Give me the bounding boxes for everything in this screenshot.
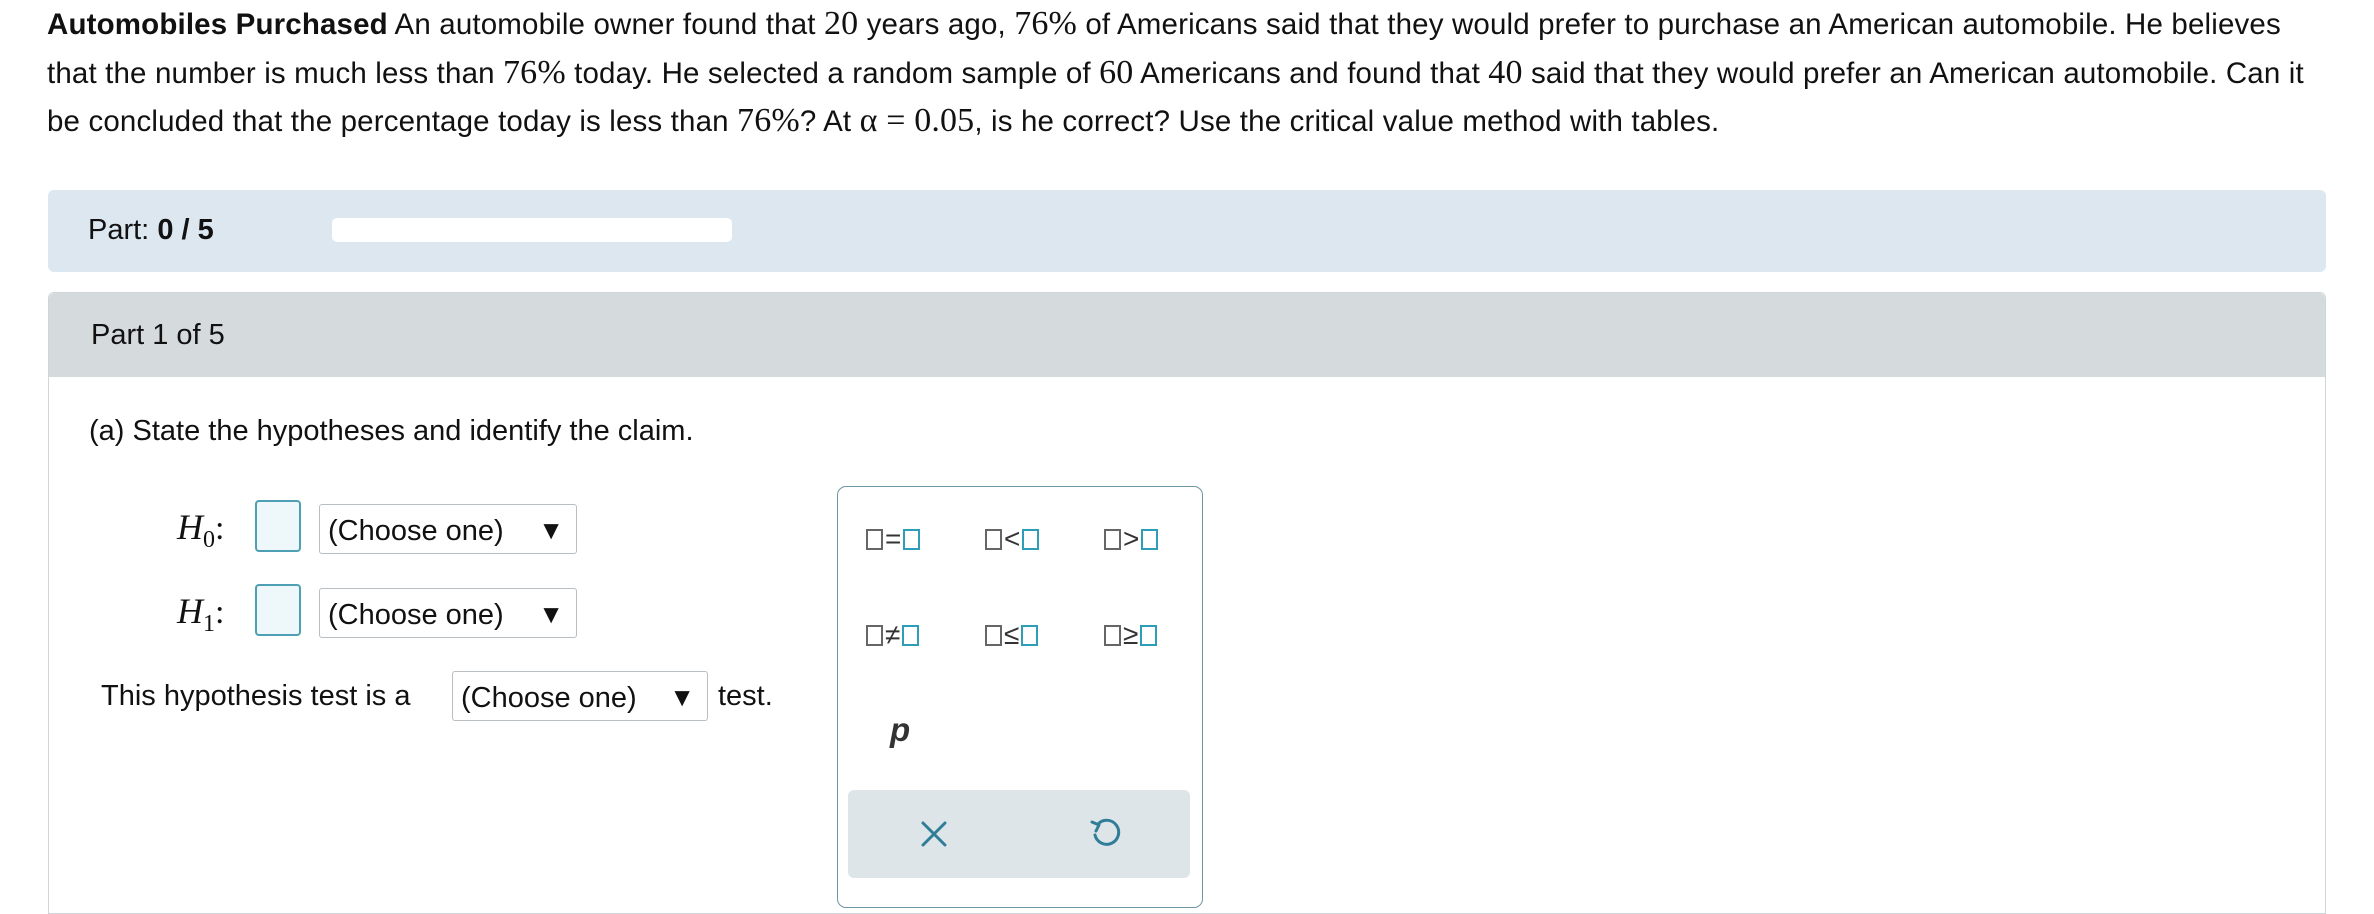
h0-subscript: 0 xyxy=(203,527,215,553)
h1-letter: H xyxy=(177,591,203,631)
symbol-palette: = < > ≠ ≤ ≥ p xyxy=(837,486,1203,908)
math-percent: 76% xyxy=(737,102,800,139)
problem-text: Americans and found that xyxy=(1133,56,1489,90)
op-glyph: ≤ xyxy=(1004,619,1020,650)
test-type-select[interactable]: (Choose one) ▼ xyxy=(452,671,708,721)
math-sample-size: 60 xyxy=(1099,53,1134,91)
h0-colon: : xyxy=(215,510,225,547)
op-glyph: < xyxy=(1004,523,1021,554)
op-glyph: ≠ xyxy=(885,619,901,650)
h1-select-value: (Choose one) xyxy=(328,599,504,631)
close-icon[interactable] xyxy=(918,818,950,855)
math-count: 40 xyxy=(1488,53,1523,91)
undo-icon[interactable] xyxy=(1088,816,1122,855)
op-glyph: = xyxy=(885,523,902,554)
equals-template-button[interactable]: = xyxy=(866,523,921,555)
test-type-prefix: This hypothesis test is a xyxy=(101,680,411,712)
p-variable-button[interactable]: p xyxy=(890,711,910,749)
dropdown-arrow-icon: ▼ xyxy=(669,682,695,712)
greater-than-template-button[interactable]: > xyxy=(1104,523,1159,555)
problem-text: ? At xyxy=(799,105,860,138)
question-text: (a) State the hypotheses and identify th… xyxy=(89,415,694,447)
op-glyph: ≥ xyxy=(1123,619,1139,650)
problem-heading: Automobiles Purchased xyxy=(47,8,388,41)
math-years: 20 xyxy=(823,5,859,42)
palette-footer xyxy=(848,790,1190,878)
less-than-template-button[interactable]: < xyxy=(985,523,1040,555)
h0-answer-box[interactable] xyxy=(255,500,301,552)
greater-equal-template-button[interactable]: ≥ xyxy=(1104,619,1158,651)
progress-value: 0 / 5 xyxy=(157,214,214,246)
problem-text: , is he correct? Use the critical value … xyxy=(974,105,1720,138)
progress-label: Part: 0 / 5 xyxy=(88,214,214,247)
h0-claim-select[interactable]: (Choose one) ▼ xyxy=(319,504,577,554)
h1-claim-select[interactable]: (Choose one) ▼ xyxy=(319,588,577,638)
h1-colon: : xyxy=(215,594,225,631)
part-progress-bar: Part: 0 / 5 xyxy=(48,190,2326,272)
less-equal-template-button[interactable]: ≤ xyxy=(985,619,1039,651)
progress-track xyxy=(332,218,732,242)
problem-statement: Automobiles Purchased An automobile owne… xyxy=(47,0,2337,146)
not-equal-template-button[interactable]: ≠ xyxy=(866,619,920,651)
h0-letter: H xyxy=(177,507,203,547)
h0-select-value: (Choose one) xyxy=(328,515,504,547)
progress-label-text: Part: xyxy=(88,214,158,246)
math-percent: 76% xyxy=(1014,5,1078,42)
h0-label: H0: xyxy=(177,506,224,554)
part-title: Part 1 of 5 xyxy=(91,319,225,351)
h1-subscript: 1 xyxy=(203,611,215,637)
problem-text: today. He selected a random sample of xyxy=(565,56,1100,90)
problem-text: years ago, xyxy=(858,8,1015,41)
test-type-select-value: (Choose one) xyxy=(461,682,637,714)
problem-text: An automobile owner found that xyxy=(387,8,824,41)
dropdown-arrow-icon: ▼ xyxy=(538,515,564,545)
test-type-suffix: test. xyxy=(718,680,773,712)
h1-answer-box[interactable] xyxy=(255,584,301,636)
dropdown-arrow-icon: ▼ xyxy=(538,599,564,629)
math-percent: 76% xyxy=(503,53,566,91)
op-glyph: > xyxy=(1123,523,1140,554)
part-header: Part 1 of 5 xyxy=(49,293,2325,377)
math-alpha: α = 0.05 xyxy=(859,102,975,139)
h1-label: H1: xyxy=(177,590,224,638)
